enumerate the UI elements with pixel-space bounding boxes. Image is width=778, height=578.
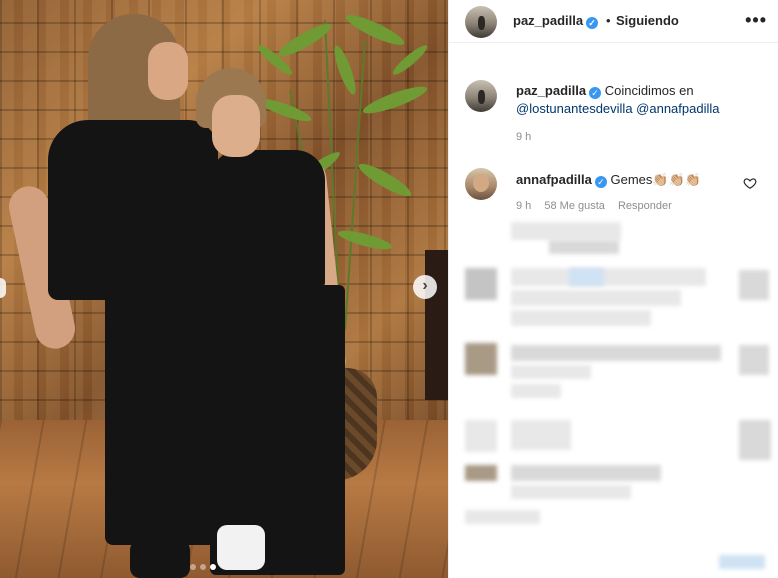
redacted-text — [511, 485, 631, 499]
following-button[interactable]: Siguiendo — [616, 13, 679, 28]
person-left-face — [148, 42, 188, 100]
carousel-indicator — [190, 564, 216, 570]
mention-link[interactable]: @lostunantesdevilla — [516, 101, 633, 116]
more-options-icon[interactable]: ••• — [745, 10, 767, 31]
redacted-text — [511, 290, 681, 306]
redacted-text — [511, 310, 651, 326]
redacted-link — [569, 268, 604, 286]
post-photo[interactable]: › — [0, 0, 448, 578]
redacted-text — [511, 420, 571, 450]
redacted-text — [511, 384, 561, 398]
redacted-text — [465, 510, 540, 524]
comment-meta: 9 h 58 Me gusta Responder — [516, 200, 682, 212]
redacted-text — [511, 222, 621, 240]
redacted-text — [511, 268, 706, 286]
post-side-panel: paz_padilla ✓ • Siguiendo ••• paz_padilla… — [448, 0, 778, 578]
comment-likes[interactable]: 58 Me gusta — [544, 200, 605, 212]
carousel-dot — [190, 564, 196, 570]
verified-badge-icon: ✓ — [594, 176, 607, 188]
carousel-next-button[interactable]: › — [413, 275, 437, 299]
post-header: paz_padilla ✓ • Siguiendo ••• — [449, 0, 778, 43]
reply-button[interactable]: Responder — [618, 200, 672, 212]
comment-timestamp[interactable]: 9 h — [516, 200, 531, 212]
comment-username[interactable]: annafpadilla — [516, 172, 592, 187]
redacted-link — [719, 555, 765, 569]
redacted-avatar — [465, 343, 497, 375]
verified-badge-icon: ✓ — [589, 87, 602, 99]
redacted-avatar — [465, 268, 497, 300]
person-right-torso — [210, 150, 325, 290]
person-left-legs — [105, 290, 220, 545]
redacted-avatar — [465, 420, 497, 452]
mention-link[interactable]: @annafpadilla — [636, 101, 719, 116]
chevron-right-icon: › — [422, 277, 428, 294]
redacted-text — [549, 240, 619, 254]
redacted-icon — [739, 270, 769, 300]
carousel-prev-edge[interactable] — [0, 278, 6, 298]
person-left-torso — [48, 120, 218, 300]
redacted-text — [511, 465, 661, 481]
verified-badge-icon: ✓ — [586, 17, 599, 29]
caption: paz_padilla ✓ Coincidimos en @lostunantes… — [516, 82, 766, 118]
person-left-shoes — [130, 540, 190, 578]
person-right-sneakers — [217, 525, 265, 570]
comment: annafpadilla ✓ Gemes👏🏼👏🏼👏🏼 — [516, 171, 701, 189]
carousel-dot-active — [210, 564, 216, 570]
avatar[interactable] — [465, 6, 497, 38]
header-separator: • — [606, 13, 611, 28]
caption-text: Coincidimos en — [604, 83, 694, 98]
caption-timestamp[interactable]: 9 h — [516, 131, 531, 143]
comment-text: Gemes👏🏼👏🏼👏🏼 — [610, 172, 701, 187]
like-heart-icon[interactable] — [743, 176, 757, 190]
caption-avatar[interactable] — [465, 80, 497, 112]
caption-username[interactable]: paz_padilla — [516, 83, 586, 98]
comment-avatar[interactable] — [465, 168, 497, 200]
header-username[interactable]: paz_padilla ✓ — [513, 13, 599, 29]
redacted-icon — [739, 345, 769, 375]
redacted-text — [511, 365, 591, 379]
person-right-face — [212, 95, 260, 157]
redacted-icon — [739, 420, 771, 460]
header-username-text[interactable]: paz_padilla — [513, 13, 583, 28]
redacted-text — [511, 345, 721, 361]
redacted-avatar — [465, 465, 497, 481]
carousel-dot — [200, 564, 206, 570]
